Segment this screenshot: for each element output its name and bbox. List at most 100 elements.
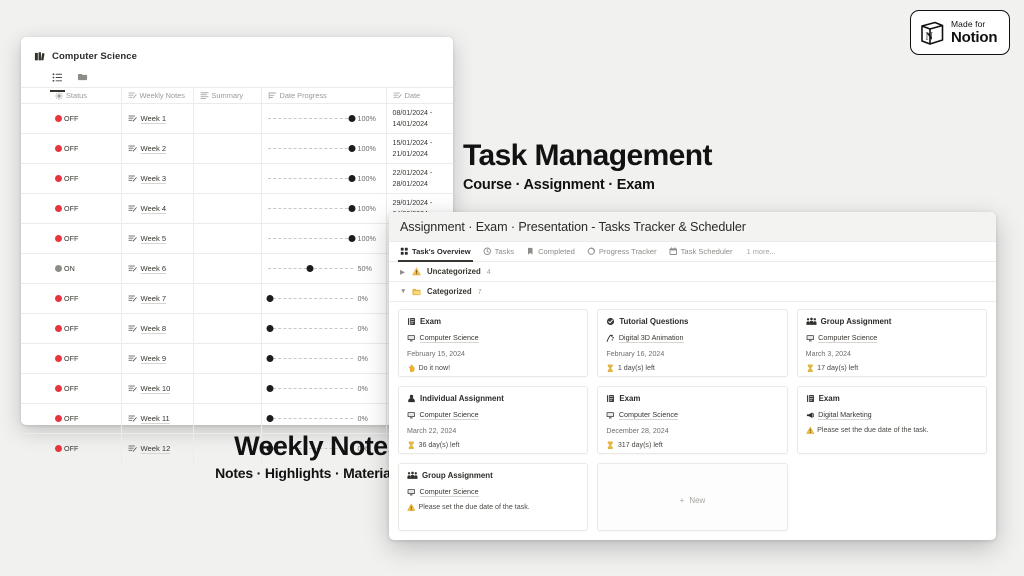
task-card[interactable]: Group Assignment Computer Science March … [796, 309, 987, 377]
cell-status[interactable]: OFF [49, 193, 122, 224]
cell-date-progress[interactable]: 100% [261, 133, 387, 164]
cell-summary[interactable] [193, 133, 262, 164]
cell-date-progress[interactable]: 0% [261, 313, 387, 344]
cell-date-progress[interactable]: 0% [261, 403, 387, 434]
cs-view-tab-gallery[interactable] [77, 70, 88, 92]
cell-status[interactable]: ON [49, 253, 122, 284]
folder-icon [412, 287, 421, 296]
cell-date-progress[interactable]: 100% [261, 103, 387, 134]
tab-task-scheduler[interactable]: Task Scheduler [669, 242, 733, 262]
task-management-heading-block: Task Management Course · Assignment · Ex… [463, 140, 793, 193]
warning-icon [805, 426, 815, 435]
cell-weekly-note[interactable]: Week 10 [121, 373, 194, 404]
formula-icon [268, 91, 277, 100]
table-row[interactable]: OFF Week 3 100% 22/01/2024 - 28/01/2024 [21, 163, 453, 194]
cell-status[interactable]: OFF [49, 163, 122, 194]
cell-status[interactable]: OFF [49, 103, 122, 134]
cell-date-progress[interactable]: 0% [261, 343, 387, 374]
cell-date[interactable]: 22/01/2024 - 28/01/2024 [386, 163, 453, 194]
column-header-weekly-notes[interactable]: Weekly Notes [121, 87, 194, 104]
tab-task-s-overview[interactable]: Task's Overview [398, 242, 473, 262]
cell-weekly-note[interactable]: Week 5 [121, 223, 194, 254]
cell-summary[interactable] [193, 283, 262, 314]
cell-date-progress[interactable]: 100% [261, 163, 387, 194]
card-course-row[interactable]: Computer Science [806, 333, 978, 343]
cell-date-progress[interactable]: 0% [261, 373, 387, 404]
cs-view-tab-list[interactable] [50, 70, 65, 92]
cell-summary[interactable] [193, 163, 262, 194]
text-property-icon [392, 91, 402, 100]
cell-status[interactable]: OFF [49, 373, 122, 404]
group-row-categorized[interactable]: ▼ Categorized 7 [389, 282, 996, 302]
cell-date[interactable]: 15/01/2024 - 21/01/2024 [386, 133, 453, 164]
card-meta-label: Please set the due date of the task. [418, 503, 530, 512]
tab-progress-tracker[interactable]: Progress Tracker [587, 242, 657, 262]
progress-percent-label: 100% [357, 234, 376, 243]
column-header-status-label: Status [66, 91, 87, 100]
cell-summary[interactable] [193, 403, 262, 434]
weekly-note-label: Week 5 [140, 233, 167, 244]
cell-date[interactable]: 08/01/2024 - 14/01/2024 [386, 103, 453, 134]
task-card[interactable]: Group Assignment Computer Science Please… [398, 463, 589, 531]
tab-completed[interactable]: Completed [526, 242, 575, 262]
cell-date-progress[interactable]: 100% [261, 193, 387, 224]
column-header-date-progress[interactable]: Date Progress [261, 87, 387, 104]
column-header-summary[interactable]: Summary [193, 87, 262, 104]
cell-status[interactable]: OFF [49, 133, 122, 164]
card-meta-label: Please set the due date of the task. [817, 426, 929, 435]
text-property-icon [127, 264, 137, 273]
cell-weekly-note[interactable]: Week 2 [121, 133, 194, 164]
chevron-right-icon[interactable]: ▶ [400, 268, 406, 276]
date-value: 22/01/2024 - 28/01/2024 [392, 168, 433, 188]
card-course-row[interactable]: Computer Science [407, 333, 579, 343]
cell-summary[interactable] [193, 223, 262, 254]
task-card[interactable]: Exam Computer Science December 28, 2024 … [597, 386, 788, 454]
cell-status[interactable]: OFF [49, 313, 122, 344]
cell-summary[interactable] [193, 373, 262, 404]
tab-tasks[interactable]: Tasks [483, 242, 514, 262]
weekly-note-label: Week 6 [140, 263, 167, 274]
card-course-row[interactable]: Computer Science [407, 410, 579, 420]
card-course-row[interactable]: Digital 3D Animation [606, 333, 778, 343]
task-card[interactable]: Individual Assignment Computer Science M… [398, 386, 589, 454]
cell-weekly-note[interactable]: Week 9 [121, 343, 194, 374]
chevron-down-icon[interactable]: ▼ [400, 288, 406, 295]
cell-summary[interactable] [193, 103, 262, 134]
table-row[interactable]: OFF Week 1 100% 08/01/2024 - 14/01/2024 [21, 103, 453, 134]
cell-date-progress[interactable]: 50% [261, 253, 387, 284]
progress-bar [266, 295, 353, 302]
card-course-row[interactable]: Digital Marketing [806, 410, 978, 420]
card-meta-label: 1 day(s) left [617, 364, 655, 373]
cell-weekly-note[interactable]: Week 6 [121, 253, 194, 284]
column-header-date[interactable]: Date [386, 87, 453, 104]
progress-track-line [267, 298, 353, 299]
card-course-row[interactable]: Computer Science [407, 487, 579, 497]
cell-summary[interactable] [193, 193, 262, 224]
task-card[interactable]: Exam Digital Marketing Please set the du… [796, 386, 987, 454]
cell-weekly-note[interactable]: Week 11 [121, 403, 194, 434]
tabs-more-link[interactable]: 1 more... [747, 247, 776, 256]
cell-weekly-note[interactable]: Week 7 [121, 283, 194, 314]
cell-summary[interactable] [193, 253, 262, 284]
cell-summary[interactable] [193, 343, 262, 374]
cell-status[interactable]: OFF [49, 223, 122, 254]
new-task-card-button[interactable]: + New [597, 463, 788, 531]
cell-date-progress[interactable]: 0% [261, 283, 387, 314]
cell-status[interactable]: OFF [49, 283, 122, 314]
cell-weekly-note[interactable]: Week 3 [121, 163, 194, 194]
progress-track-line [267, 148, 353, 149]
task-card[interactable]: Tutorial Questions Digital 3D Animation … [597, 309, 788, 377]
cell-status[interactable]: OFF [49, 403, 122, 434]
task-card[interactable]: Exam Computer Science February 15, 2024 … [398, 309, 589, 377]
cell-weekly-note[interactable]: Week 1 [121, 103, 194, 134]
cell-date-progress[interactable]: 100% [261, 223, 387, 254]
cell-weekly-note[interactable]: Week 4 [121, 193, 194, 224]
card-course-row[interactable]: Computer Science [606, 410, 778, 420]
group-row-uncategorized[interactable]: ▶ Uncategorized 4 [389, 262, 996, 282]
cell-summary[interactable] [193, 313, 262, 344]
cell-status[interactable]: OFF [49, 343, 122, 374]
table-row[interactable]: OFF Week 2 100% 15/01/2024 - 21/01/2024 [21, 133, 453, 164]
monitor-icon [806, 334, 815, 343]
progress-track-line [267, 328, 353, 329]
cell-weekly-note[interactable]: Week 8 [121, 313, 194, 344]
